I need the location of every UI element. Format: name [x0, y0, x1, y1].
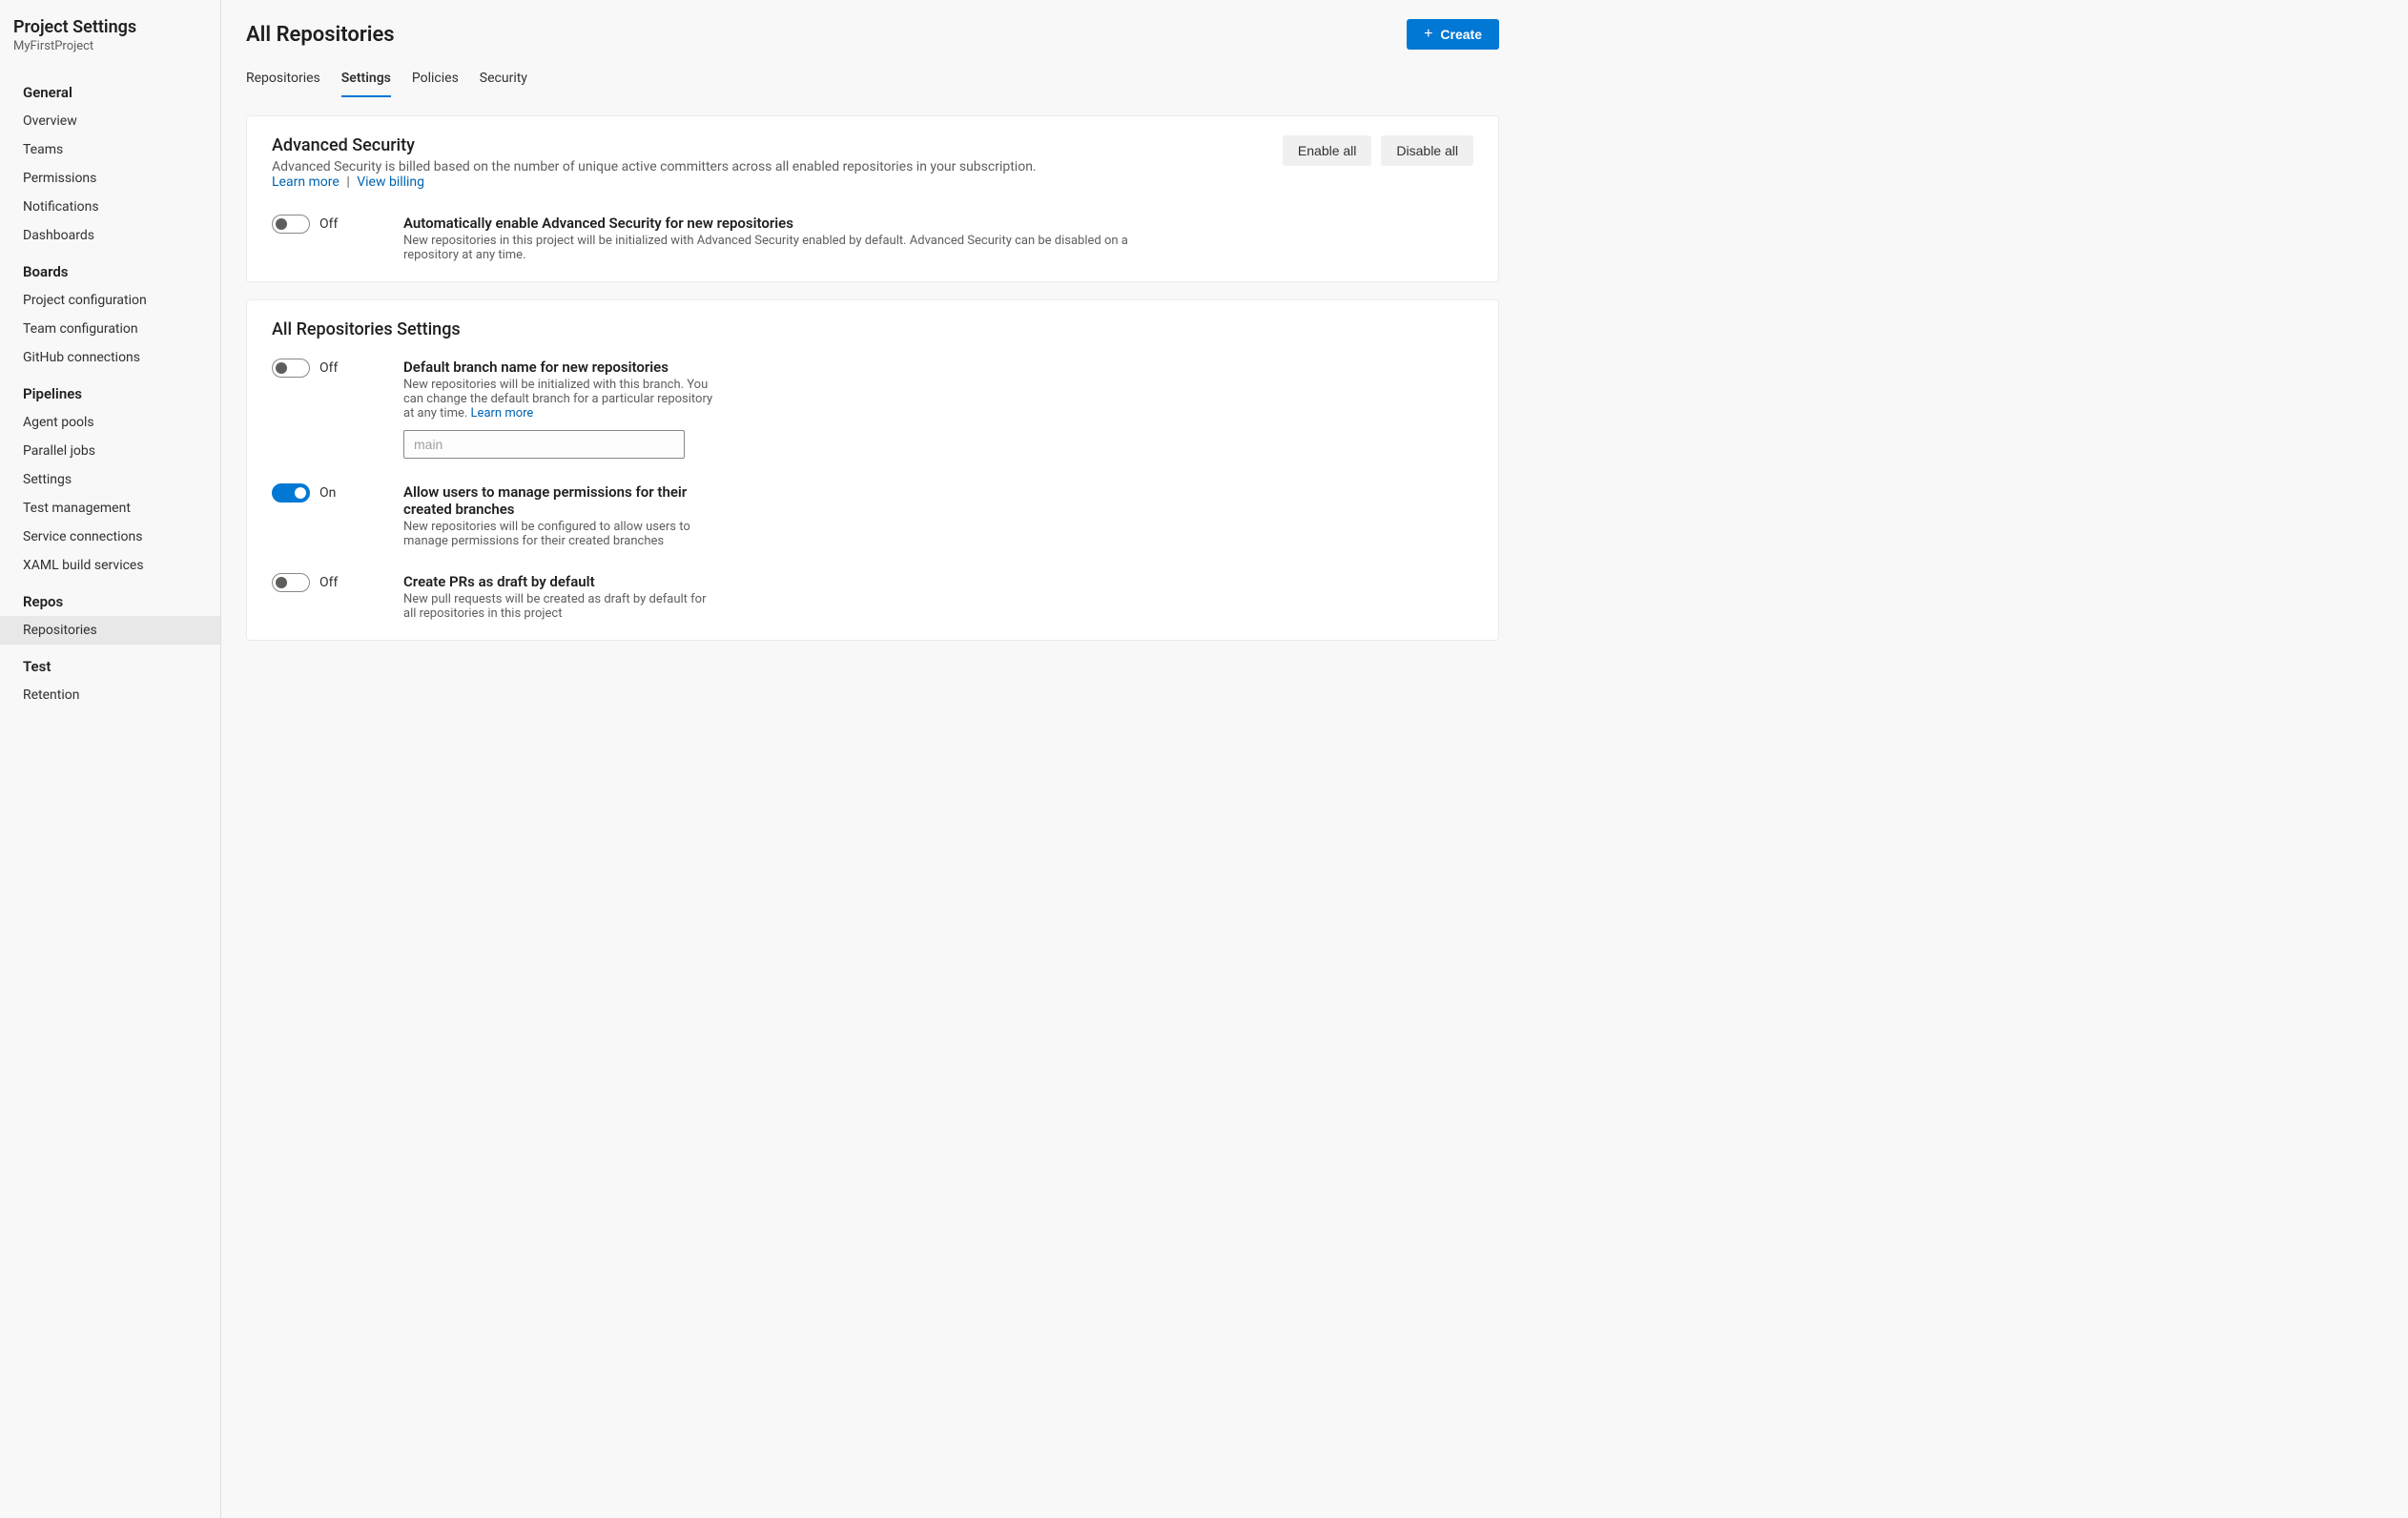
- page-header: All Repositories + Create: [246, 19, 1499, 50]
- nav-group-title: General: [0, 71, 220, 107]
- sidebar-item-xaml-build-services[interactable]: XAML build services: [0, 551, 220, 580]
- learn-more-link[interactable]: Learn more: [471, 406, 534, 421]
- sidebar-item-parallel-jobs[interactable]: Parallel jobs: [0, 437, 220, 465]
- sidebar-nav: GeneralOverviewTeamsPermissionsNotificat…: [0, 71, 220, 709]
- create-button[interactable]: + Create: [1407, 19, 1499, 50]
- sidebar-project-name: MyFirstProject: [13, 39, 207, 53]
- nav-group-title: Repos: [0, 580, 220, 616]
- setting-desc: New repositories will be initialized wit…: [403, 378, 718, 421]
- nav-group-title: Test: [0, 645, 220, 681]
- sidebar-title: Project Settings: [13, 17, 207, 37]
- main-content: All Repositories + Create Repositories Se…: [221, 0, 1537, 1518]
- sidebar-item-notifications[interactable]: Notifications: [0, 193, 220, 221]
- nav-group-title: Pipelines: [0, 372, 220, 408]
- tab-settings[interactable]: Settings: [341, 65, 391, 97]
- toggle-state-label: On: [319, 485, 336, 501]
- repo-settings-title: All Repositories Settings: [272, 319, 1473, 339]
- default-branch-input[interactable]: [403, 430, 685, 459]
- page-title: All Repositories: [246, 23, 395, 47]
- toggle-state-label: Off: [319, 216, 338, 232]
- nav-group-title: Boards: [0, 250, 220, 286]
- advanced-security-head: Advanced Security Advanced Security is b…: [272, 135, 1473, 190]
- tab-policies[interactable]: Policies: [412, 65, 459, 97]
- setting-row: Off Create PRs as draft by default New pul…: [272, 573, 1473, 621]
- disable-all-button[interactable]: Disable all: [1381, 135, 1473, 166]
- repo-settings-card: All Repositories Settings Off Default bra…: [246, 299, 1499, 641]
- setting-desc: New repositories will be configured to a…: [403, 520, 718, 548]
- sidebar-item-permissions[interactable]: Permissions: [0, 164, 220, 193]
- sidebar-item-github-connections[interactable]: GitHub connections: [0, 343, 220, 372]
- sidebar-item-retention[interactable]: Retention: [0, 681, 220, 709]
- sidebar-header: Project Settings MyFirstProject: [0, 17, 220, 71]
- view-billing-link[interactable]: View billing: [357, 174, 424, 190]
- repo-settings-list: Off Default branch name for new repositor…: [272, 359, 1473, 621]
- sidebar-item-teams[interactable]: Teams: [0, 135, 220, 164]
- learn-more-link[interactable]: Learn more: [272, 174, 340, 190]
- advanced-security-actions: Enable all Disable all: [1283, 135, 1473, 166]
- sidebar-item-team-configuration[interactable]: Team configuration: [0, 315, 220, 343]
- setting-desc: New pull requests will be created as dra…: [403, 592, 718, 621]
- tabs: Repositories Settings Policies Security: [246, 65, 1499, 98]
- create-button-label: Create: [1440, 27, 1482, 42]
- toggle-create-prs-as-draft-by-default[interactable]: [272, 573, 310, 592]
- advanced-security-desc: Advanced Security is billed based on the…: [272, 159, 1037, 190]
- toggle-auto-enable-advanced-security[interactable]: [272, 215, 310, 234]
- sidebar-item-service-connections[interactable]: Service connections: [0, 523, 220, 551]
- toggle-state-label: Off: [319, 575, 338, 590]
- tab-repositories[interactable]: Repositories: [246, 65, 320, 97]
- setting-title: Default branch name for new repositories: [403, 359, 718, 376]
- advanced-security-title: Advanced Security: [272, 135, 1037, 155]
- setting-desc: New repositories in this project will be…: [403, 234, 1185, 262]
- setting-title: Allow users to manage permissions for th…: [403, 483, 718, 518]
- setting-title: Create PRs as draft by default: [403, 573, 718, 590]
- enable-all-button[interactable]: Enable all: [1283, 135, 1372, 166]
- sidebar-item-settings[interactable]: Settings: [0, 465, 220, 494]
- setting-auto-enable-advanced-security: Off Automatically enable Advanced Securi…: [272, 215, 1473, 262]
- plus-icon: +: [1424, 27, 1432, 42]
- sidebar-item-project-configuration[interactable]: Project configuration: [0, 286, 220, 315]
- advanced-security-card: Advanced Security Advanced Security is b…: [246, 115, 1499, 282]
- sidebar: Project Settings MyFirstProject GeneralO…: [0, 0, 221, 1518]
- sidebar-item-test-management[interactable]: Test management: [0, 494, 220, 523]
- tab-security[interactable]: Security: [480, 65, 527, 97]
- sidebar-item-overview[interactable]: Overview: [0, 107, 220, 135]
- setting-row: Off Default branch name for new repositor…: [272, 359, 1473, 459]
- sidebar-item-dashboards[interactable]: Dashboards: [0, 221, 220, 250]
- toggle-state-label: Off: [319, 360, 338, 376]
- sidebar-item-agent-pools[interactable]: Agent pools: [0, 408, 220, 437]
- toggle-allow-users-to-manage-permissions-for-th[interactable]: [272, 483, 310, 503]
- setting-title: Automatically enable Advanced Security f…: [403, 215, 1185, 232]
- sidebar-item-repositories[interactable]: Repositories: [0, 616, 220, 645]
- toggle-default-branch-name-for-new-repositories[interactable]: [272, 359, 310, 378]
- setting-row: On Allow users to manage permissions for …: [272, 483, 1473, 548]
